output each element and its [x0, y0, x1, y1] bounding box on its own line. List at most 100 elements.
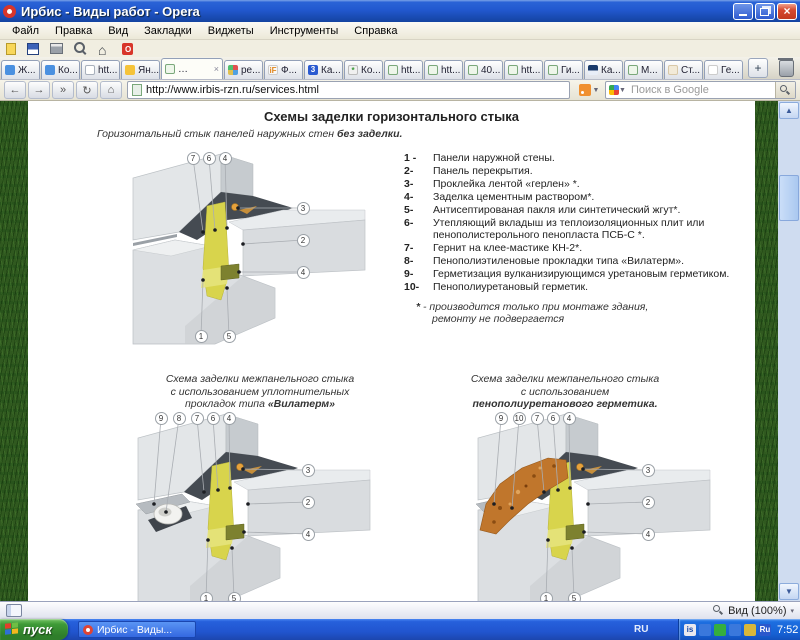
scheduler-tray-icon[interactable] [744, 624, 756, 636]
start-button[interactable]: пуск [0, 619, 68, 640]
tab-item-0[interactable]: Ж... [1, 60, 40, 79]
callout-4: 4 [563, 412, 576, 425]
callout-5: 5 [228, 592, 241, 602]
browser-viewport: Схемы заделки горизонтального стыка Гори… [0, 101, 800, 601]
search-input[interactable] [626, 84, 775, 96]
url-input[interactable] [146, 84, 565, 96]
callout-4: 4 [219, 152, 232, 165]
zoom-level[interactable]: Вид (100%) [728, 605, 786, 617]
legend-item-1: 1 -Панели наружной стены. [404, 153, 756, 165]
tab-active[interactable]: …× [161, 58, 223, 79]
tab-item-17[interactable]: Ге... [704, 60, 743, 79]
zoom-dropdown-icon[interactable]: ▾ [790, 607, 794, 615]
gear-orange-icon [708, 65, 718, 75]
is-tray-icon[interactable]: is [684, 624, 696, 636]
home-icon[interactable] [98, 42, 111, 55]
opera-red-icon[interactable] [122, 43, 133, 55]
tab-item-5[interactable]: ре... [224, 60, 263, 79]
flag-icon: iF [268, 65, 278, 75]
page-title: Схемы заделки горизонтального стыка [28, 109, 755, 124]
vertical-scrollbar[interactable]: ▲ ▼ [778, 101, 800, 601]
restore-button[interactable] [755, 3, 775, 20]
diagram-vilaterm-joint: 9876432415 [130, 408, 390, 601]
clock[interactable]: 7:52 [777, 624, 798, 636]
tab-item-7[interactable]: 3Ка... [304, 60, 343, 79]
tab-item-13[interactable]: Ги... [544, 60, 583, 79]
tab-item-6[interactable]: iFФ... [264, 60, 303, 79]
callout-2: 2 [297, 234, 310, 247]
close-button[interactable]: × [777, 3, 797, 20]
language-indicator[interactable]: RU [634, 619, 648, 640]
reload-icon[interactable]: ↻ [76, 81, 98, 99]
page-icon [85, 65, 95, 75]
scroll-up-icon[interactable]: ▲ [779, 102, 799, 119]
callout-2: 2 [642, 496, 655, 509]
tab-label: htt... [401, 65, 420, 76]
tab-item-15[interactable]: М... [624, 60, 663, 79]
url-box [127, 81, 570, 99]
callout-10: 10 [513, 412, 526, 425]
tab-close-icon[interactable]: × [214, 64, 219, 74]
home-nav-icon[interactable]: ⌂ [100, 81, 122, 99]
print-icon[interactable] [50, 43, 63, 54]
callout-7: 7 [531, 412, 544, 425]
tab-label: Ж... [18, 65, 36, 76]
callout-1: 1 [195, 330, 208, 343]
callout-5: 5 [568, 592, 581, 602]
menu-Инструменты[interactable]: Инструменты [262, 23, 347, 39]
tab-label: Ка... [601, 65, 621, 76]
scroll-down-icon[interactable]: ▼ [779, 583, 799, 600]
window-titlebar: Ирбис - Виды работ - Opera × [0, 0, 800, 22]
callout-4: 4 [223, 412, 236, 425]
tab-item-16[interactable]: Ст... [664, 60, 703, 79]
rss-button[interactable]: ▼ [575, 82, 603, 98]
taskbar-task-opera[interactable]: Ирбис - Виды... [78, 621, 196, 638]
callout-4: 4 [642, 528, 655, 541]
lang-ru-tray-icon[interactable]: Ru [759, 624, 771, 636]
tab-item-14[interactable]: Ка... [584, 60, 623, 79]
tab-item-10[interactable]: htt... [424, 60, 463, 79]
tab-item-3[interactable]: Ян... [121, 60, 160, 79]
tab-item-11[interactable]: 40... [464, 60, 503, 79]
search-go-button[interactable] [775, 82, 795, 98]
fast-forward-icon[interactable]: » [52, 81, 74, 99]
new-tab-button[interactable]: + [748, 58, 768, 78]
panels-toggle-icon[interactable] [6, 604, 22, 617]
find-icon[interactable] [74, 42, 87, 55]
tab-item-9[interactable]: htt... [384, 60, 423, 79]
forward-icon[interactable]: → [28, 81, 50, 99]
antivirus-tray-icon[interactable] [714, 624, 726, 636]
tab-label: … [178, 64, 188, 75]
menu-Файл[interactable]: Файл [4, 23, 47, 39]
minimize-button[interactable] [733, 3, 753, 20]
scrollbar-thumb[interactable] [779, 175, 799, 221]
menu-Вид[interactable]: Вид [100, 23, 136, 39]
network-tray-icon[interactable] [699, 624, 711, 636]
page-green-icon [468, 65, 478, 75]
save-icon[interactable] [27, 43, 39, 55]
callout-3: 3 [297, 202, 310, 215]
back-icon[interactable]: ← [4, 81, 26, 99]
callout-9: 9 [155, 412, 168, 425]
menu-Справка[interactable]: Справка [346, 23, 405, 39]
tab-item-1[interactable]: Ко... [41, 60, 80, 79]
tab-item-12[interactable]: htt... [504, 60, 543, 79]
windows-flag-icon [5, 622, 19, 636]
tab-item-2[interactable]: htt... [81, 60, 120, 79]
search-engine-dropdown-icon[interactable]: ▼ [619, 87, 626, 94]
tab-label: М... [641, 65, 658, 76]
closed-tabs-trash-icon[interactable] [779, 60, 794, 77]
menu-Закладки[interactable]: Закладки [136, 23, 200, 39]
taskbar: пуск Ирбис - Виды... RU is Ru 7:52 [0, 619, 800, 640]
tab-item-8[interactable]: *Ко... [344, 60, 383, 79]
tab-label: Ф... [281, 65, 297, 76]
callout-3: 3 [642, 464, 655, 477]
new-page-icon[interactable] [6, 43, 16, 55]
network2-tray-icon[interactable] [729, 624, 741, 636]
menu-Правка[interactable]: Правка [47, 23, 100, 39]
callout-1: 1 [540, 592, 553, 602]
callout-5: 5 [223, 330, 236, 343]
menu-Виджеты[interactable]: Виджеты [200, 23, 262, 39]
opera-logo-icon [3, 5, 16, 18]
tab-label: 40... [481, 65, 500, 76]
